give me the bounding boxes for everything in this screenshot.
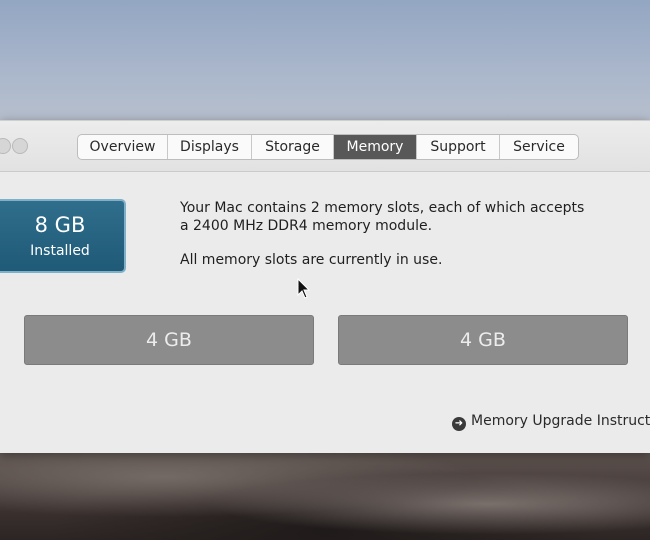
memory-slot-status: All memory slots are currently in use. [180, 252, 443, 268]
installed-memory-badge: 8 GB Installed [0, 199, 126, 273]
tab-bar: Overview Displays Storage Memory Support… [77, 134, 579, 160]
window-toolbar: Overview Displays Storage Memory Support… [0, 121, 650, 172]
memory-description-line1: Your Mac contains 2 memory slots, each o… [180, 200, 585, 216]
tab-displays[interactable]: Displays [168, 135, 252, 159]
tab-memory[interactable]: Memory [334, 135, 417, 159]
tab-overview[interactable]: Overview [78, 135, 168, 159]
tab-storage[interactable]: Storage [252, 135, 334, 159]
memory-upgrade-instructions-link[interactable]: ➜ Memory Upgrade Instructio [452, 413, 650, 431]
about-this-mac-window: Overview Displays Storage Memory Support… [0, 120, 650, 453]
tab-support[interactable]: Support [417, 135, 500, 159]
memory-upgrade-instructions-label: Memory Upgrade Instructio [471, 413, 650, 429]
memory-slot-1: 4 GB [24, 315, 314, 365]
arrow-right-circle-icon: ➜ [452, 417, 466, 431]
tab-service[interactable]: Service [500, 135, 578, 159]
mouse-pointer-icon [297, 278, 311, 299]
window-control-button[interactable] [0, 138, 11, 154]
window-zoom-button[interactable] [12, 138, 28, 154]
desktop-wallpaper-top [0, 0, 650, 125]
memory-description-line2: a 2400 MHz DDR4 memory module. [180, 218, 433, 234]
memory-slot-2: 4 GB [338, 315, 628, 365]
desktop-wallpaper-bottom [0, 450, 650, 540]
installed-memory-label: Installed [30, 243, 90, 259]
installed-memory-size: 8 GB [34, 213, 86, 237]
